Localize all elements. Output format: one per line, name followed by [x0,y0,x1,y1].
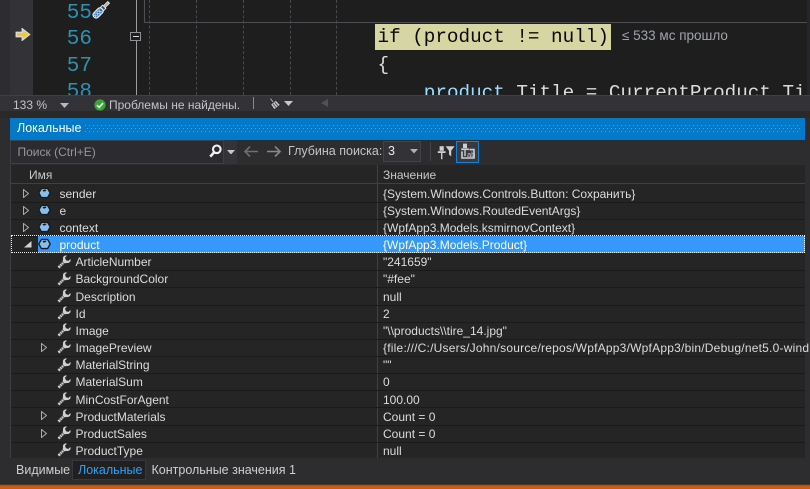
svg-text:ab: ab [467,150,475,159]
